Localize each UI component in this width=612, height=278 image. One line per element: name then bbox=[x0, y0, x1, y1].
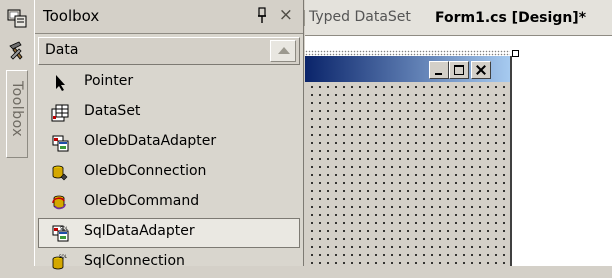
toolbox-item-sqlconnection[interactable]: SQL SqlConnection bbox=[38, 248, 300, 278]
toolbox-item-oledbcommand[interactable]: OleDbCommand bbox=[38, 188, 300, 218]
sql-connection-icon: SQL bbox=[52, 254, 68, 270]
server-explorer-icon[interactable] bbox=[7, 8, 27, 28]
item-label: SqlDataAdapter bbox=[84, 223, 195, 239]
item-label: OleDbConnection bbox=[84, 163, 207, 179]
item-label: DataSet bbox=[84, 103, 141, 119]
toolbox-vertical-tab-label: Toolbox bbox=[9, 81, 25, 137]
toolbox-vertical-tab[interactable]: Toolbox bbox=[6, 70, 28, 158]
minimize-icon[interactable] bbox=[429, 61, 449, 79]
toolbox-item-list: Pointer DataSet OleDbDataAdapter OleDbCo… bbox=[38, 68, 300, 278]
category-label: Data bbox=[45, 42, 79, 58]
tab-typed-dataset[interactable]: Typed DataSet bbox=[304, 9, 411, 26]
form1-preview[interactable] bbox=[305, 56, 512, 266]
pin-icon[interactable] bbox=[255, 6, 269, 24]
close-icon[interactable]: × bbox=[279, 5, 293, 25]
toolbox-item-dataset[interactable]: DataSet bbox=[38, 98, 300, 128]
pointer-icon bbox=[56, 75, 65, 91]
scroll-up-button[interactable] bbox=[270, 40, 296, 62]
window-buttons bbox=[429, 61, 491, 79]
toolbox-panel: Toolbox × Data Pointer DataSet OleDbData… bbox=[34, 0, 304, 270]
oledb-connection-icon bbox=[52, 165, 68, 181]
dataset-icon bbox=[51, 104, 69, 122]
toolbox-title-bar: Toolbox × bbox=[35, 0, 303, 34]
toolbox-item-oledbdataadapter[interactable]: OleDbDataAdapter bbox=[38, 128, 300, 158]
item-label: SqlConnection bbox=[84, 253, 185, 269]
toolbox-category-data[interactable]: Data bbox=[38, 37, 300, 65]
item-label: OleDbCommand bbox=[84, 193, 200, 209]
item-label: OleDbDataAdapter bbox=[84, 133, 217, 149]
designer-surface bbox=[305, 36, 612, 266]
toolbox-item-oledbconnection[interactable]: OleDbConnection bbox=[38, 158, 300, 188]
form-title-bar bbox=[305, 56, 510, 82]
toolbox-side-strip: Toolbox bbox=[0, 0, 35, 266]
resize-handle-top-right[interactable] bbox=[512, 50, 519, 57]
toolbox-item-sqldataadapter[interactable]: SQL SqlDataAdapter bbox=[38, 218, 300, 248]
oledb-command-icon bbox=[52, 195, 66, 210]
close-window-icon[interactable] bbox=[471, 61, 491, 79]
svg-text:SQL: SQL bbox=[60, 226, 69, 231]
item-label: Pointer bbox=[84, 73, 134, 89]
sql-data-adapter-icon: SQL bbox=[52, 225, 69, 242]
maximize-icon[interactable] bbox=[449, 61, 469, 79]
svg-text:SQL: SQL bbox=[59, 254, 68, 259]
document-tab-bar: Typed DataSet Form1.cs [Design]* bbox=[304, 0, 612, 36]
toolbox-item-pointer[interactable]: Pointer bbox=[38, 68, 300, 98]
tab-form1-design[interactable]: Form1.cs [Design]* bbox=[429, 2, 593, 35]
toolbox-tools-icon[interactable] bbox=[7, 40, 27, 60]
toolbox-title: Toolbox bbox=[43, 7, 100, 25]
oledb-data-adapter-icon bbox=[52, 135, 69, 152]
